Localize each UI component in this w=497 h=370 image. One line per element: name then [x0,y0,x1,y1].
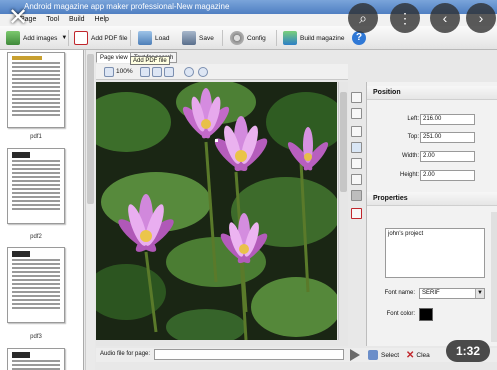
page-vertical-scrollbar[interactable] [338,82,348,340]
menu-bar: Page Tool Build Help [0,14,497,26]
menu-build[interactable]: Build [69,16,85,23]
video-tool-icon[interactable] [351,158,362,169]
play-icon[interactable] [350,349,360,361]
font-name-select[interactable]: SERIF ▼ [419,288,485,299]
height-label: Height: [399,172,419,178]
toolbar-separator [276,30,277,46]
thumbnail-label: pdf3 [30,334,42,340]
tab-page-view[interactable]: Page view [96,52,132,63]
menu-help[interactable]: Help [95,16,109,23]
height-field[interactable]: 2.00 [420,170,475,181]
width-label: Width: [401,153,419,159]
position-section-title: Position [367,86,497,100]
page-horizontal-scrollbar[interactable] [96,340,348,346]
folder-icon [368,350,378,360]
image-tool-icon[interactable] [351,142,362,153]
font-name-value: SERIF [422,290,440,296]
page-thumbnails-panel: pdf1 pdf2 pdf3 [0,50,84,370]
selection-marker[interactable] [215,139,218,142]
shape-tool-icon[interactable] [351,190,362,201]
window-title-bar: Android magazine app maker professional-… [0,0,497,14]
add-pdf-button[interactable]: Add PDF file [74,29,128,47]
load-button[interactable]: Load [138,29,169,47]
delete-tool-icon[interactable] [351,208,362,219]
font-color-swatch[interactable] [419,308,433,321]
more-options-icon[interactable]: ⋮ [390,3,420,33]
left-label: Left: [407,116,419,122]
select-audio-button[interactable]: Select [368,349,399,361]
pointer-tool-icon[interactable] [351,92,362,103]
screenshot-search-icon[interactable]: ⌕ [348,3,378,33]
page-thumbnail[interactable] [7,148,65,224]
tooltip: Add PDF file [130,56,170,65]
thumbnail-label: pdf2 [30,234,42,240]
fit-width-icon[interactable] [140,67,150,77]
add-images-icon [6,31,20,45]
toolbar-separator [130,30,131,46]
save-button[interactable]: Save [182,29,214,47]
zoom-level: 100% [116,68,133,75]
water-lily-image [96,82,337,340]
page-thumbnail[interactable] [7,52,65,128]
text-content-field[interactable]: john's project [385,228,485,278]
properties-section-title: Properties [367,192,497,206]
save-icon [182,31,196,45]
close-icon: ✕ [406,349,415,361]
properties-panel: Position Left: 216.00 Top: 251.00 Width:… [366,82,497,346]
thumbnail-label: pdf1 [30,134,42,140]
link-tool-icon[interactable] [351,108,362,119]
page-thumbnail[interactable] [7,247,65,323]
left-field[interactable]: 216.00 [420,114,475,125]
tool-strip [349,88,365,228]
zoom-icon[interactable] [104,67,114,77]
page-thumbnail[interactable] [7,348,65,370]
build-label: Build magazine [300,34,345,42]
save-label: Save [199,34,214,42]
help-icon: ? [352,31,366,45]
audio-tool-icon[interactable] [351,174,362,185]
add-images-label: Add images [23,34,58,42]
chevron-right-icon[interactable]: › [466,3,496,33]
toolbar-separator [222,30,223,46]
top-label: Top: [407,134,419,140]
zoom-in-icon[interactable] [184,67,194,77]
close-icon[interactable]: ✕ [4,4,32,32]
build-icon [283,31,297,45]
top-field[interactable]: 251.00 [420,132,475,143]
video-timestamp: 1:32 [446,340,490,362]
toolbar-separator [68,30,69,46]
page-canvas[interactable] [96,82,337,340]
clear-label: Clea [416,351,430,359]
clear-audio-button[interactable]: ✕ Clea [406,349,430,361]
chevron-down-icon[interactable]: ▼ [61,35,67,41]
gear-icon [230,31,244,45]
chevron-down-icon: ▼ [475,289,484,298]
select-label: Select [381,351,400,359]
font-name-label: Font name: [384,290,415,296]
audio-file-label: Audio file for page: [100,351,151,357]
main-toolbar: Add images ▼ Add PDF file Load Save Conf… [0,26,497,50]
width-field[interactable]: 2.00 [420,151,475,162]
build-magazine-button[interactable]: Build magazine [283,29,344,47]
load-icon [138,31,152,45]
add-pdf-label: Add PDF file [91,34,128,42]
window-title: Android magazine app maker professional-… [24,2,230,11]
fit-page-icon[interactable] [152,67,162,77]
actual-size-icon[interactable] [164,67,174,77]
view-toolbar: 100% [96,64,348,80]
audio-file-field[interactable] [154,349,344,360]
audio-file-row: Audio file for page: Select ✕ Clea [96,348,497,362]
config-label: Config [247,34,266,42]
chevron-left-icon[interactable]: ‹ [430,3,460,33]
thumbnails-scrollbar[interactable] [85,50,95,370]
zoom-out-icon[interactable] [198,67,208,77]
text-tool-icon[interactable] [351,126,362,137]
pdf-icon [74,31,88,45]
font-color-label: Font color: [386,311,415,317]
load-label: Load [155,34,170,42]
config-button[interactable]: Config [230,29,266,47]
menu-tool[interactable]: Tool [46,16,59,23]
properties-scrollbar[interactable] [491,212,497,342]
